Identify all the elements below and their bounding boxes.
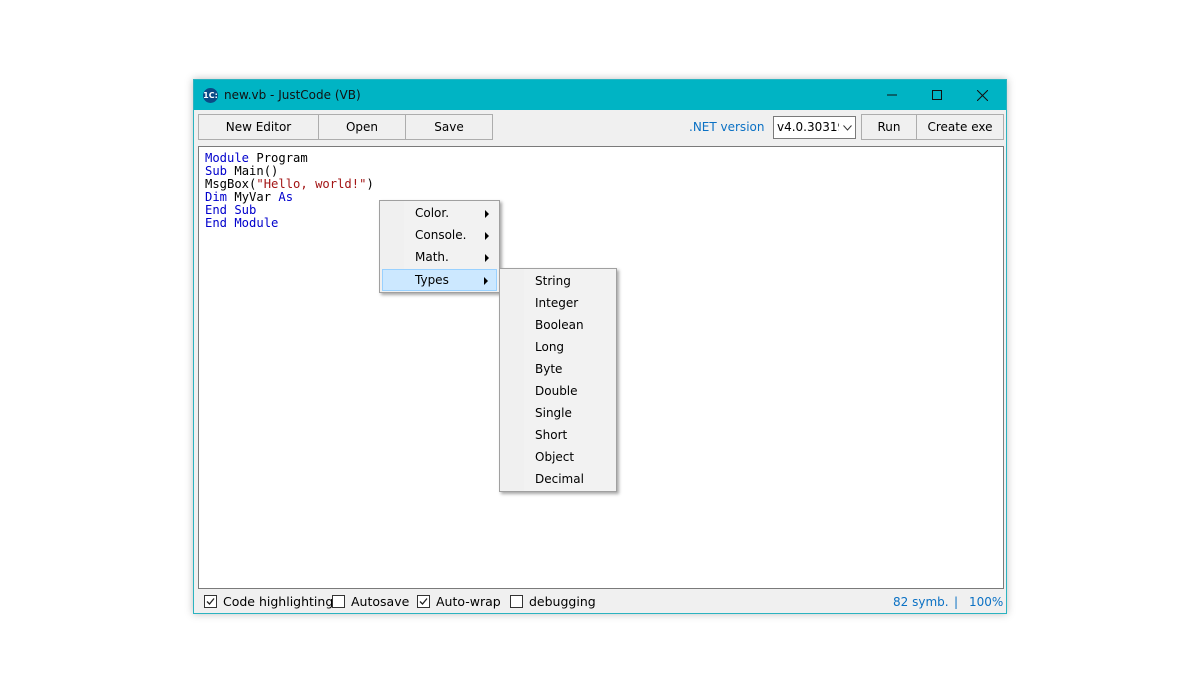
code-token: As xyxy=(278,190,294,204)
symbol-count: 82 symb. xyxy=(893,595,949,609)
save-button[interactable]: Save xyxy=(405,114,493,140)
code-token: Main() xyxy=(227,164,279,178)
debugging-checkbox[interactable]: debugging xyxy=(510,594,596,609)
close-button[interactable] xyxy=(960,80,1005,110)
autosave-checkbox[interactable]: Autosave xyxy=(332,594,409,609)
title-bar[interactable]: 1C: new.vb - JustCode (VB) xyxy=(194,80,1006,110)
new-editor-button[interactable]: New Editor xyxy=(198,114,319,140)
code-token: Program xyxy=(249,151,308,165)
code-token: "Hello, world!" xyxy=(256,177,367,191)
code-token: Sub xyxy=(205,164,228,178)
minimize-button[interactable] xyxy=(869,80,914,110)
status-bar: Code highlighting Autosave Auto-wrap deb… xyxy=(194,590,1006,613)
submenu-item-long[interactable]: Long xyxy=(502,337,614,359)
maximize-button[interactable] xyxy=(914,80,959,110)
menu-item-color[interactable]: Color. xyxy=(382,203,497,225)
code-token: End Module xyxy=(205,216,279,230)
code-token: End Sub xyxy=(205,203,257,217)
autosave-label: Autosave xyxy=(351,594,410,609)
window-title: new.vb - JustCode (VB) xyxy=(224,88,361,102)
checkbox-box xyxy=(332,595,345,608)
submenu-item-integer[interactable]: Integer xyxy=(502,293,614,315)
menu-item-label: Types xyxy=(415,273,449,287)
submenu-item-byte[interactable]: Byte xyxy=(502,359,614,381)
checkbox-box xyxy=(510,595,523,608)
menu-item-types[interactable]: Types xyxy=(382,269,497,291)
chevron-right-icon xyxy=(485,210,489,218)
context-menu: Color. Console. Math. Types xyxy=(379,200,500,293)
code-highlighting-label: Code highlighting xyxy=(223,594,334,609)
menu-item-label: Console. xyxy=(415,228,467,242)
submenu-item-decimal[interactable]: Decimal xyxy=(502,469,614,491)
chevron-right-icon xyxy=(484,277,488,285)
code-token: MyVar xyxy=(227,190,279,204)
types-submenu: String Integer Boolean Long Byte Double … xyxy=(499,268,617,492)
code-line: End Module xyxy=(205,217,374,230)
checkmark-icon xyxy=(419,598,428,605)
submenu-item-boolean[interactable]: Boolean xyxy=(502,315,614,337)
minimize-icon xyxy=(886,94,897,96)
net-version-label: .NET version xyxy=(689,120,765,134)
menu-item-console[interactable]: Console. xyxy=(382,225,497,247)
submenu-item-object[interactable]: Object xyxy=(502,447,614,469)
open-button[interactable]: Open xyxy=(318,114,406,140)
net-version-select[interactable]: v4.0.30319 xyxy=(773,116,856,139)
code-text[interactable]: Module Program Sub Main() MsgBox("Hello, w… xyxy=(205,152,374,230)
menu-item-label: Color. xyxy=(415,206,450,220)
submenu-item-single[interactable]: Single xyxy=(502,403,614,425)
checkbox-box xyxy=(204,595,217,608)
chevron-down-icon xyxy=(839,117,855,138)
zoom-level: 100% xyxy=(969,595,1004,609)
maximize-icon xyxy=(931,90,942,100)
app-logo-icon: 1C: xyxy=(203,88,218,103)
auto-wrap-label: Auto-wrap xyxy=(436,594,501,609)
submenu-item-short[interactable]: Short xyxy=(502,425,614,447)
debugging-label: debugging xyxy=(529,594,596,609)
chevron-right-icon xyxy=(485,254,489,262)
submenu-item-string[interactable]: String xyxy=(502,271,614,293)
chevron-right-icon xyxy=(485,232,489,240)
code-token: Module xyxy=(205,151,250,165)
status-separator: | xyxy=(954,595,959,609)
menu-item-label: Math. xyxy=(415,250,449,264)
menu-item-math[interactable]: Math. xyxy=(382,247,497,269)
code-token: MsgBox( xyxy=(205,177,257,191)
checkbox-box xyxy=(417,595,430,608)
code-highlighting-checkbox[interactable]: Code highlighting xyxy=(204,594,333,609)
create-exe-button[interactable]: Create exe xyxy=(916,114,1004,140)
checkmark-icon xyxy=(206,598,215,605)
code-token: ) xyxy=(366,177,374,191)
code-token: Dim xyxy=(205,190,228,204)
submenu-item-double[interactable]: Double xyxy=(502,381,614,403)
run-button[interactable]: Run xyxy=(861,114,917,140)
auto-wrap-checkbox[interactable]: Auto-wrap xyxy=(417,594,501,609)
net-version-value: v4.0.30319 xyxy=(777,120,846,134)
close-icon xyxy=(977,89,988,101)
